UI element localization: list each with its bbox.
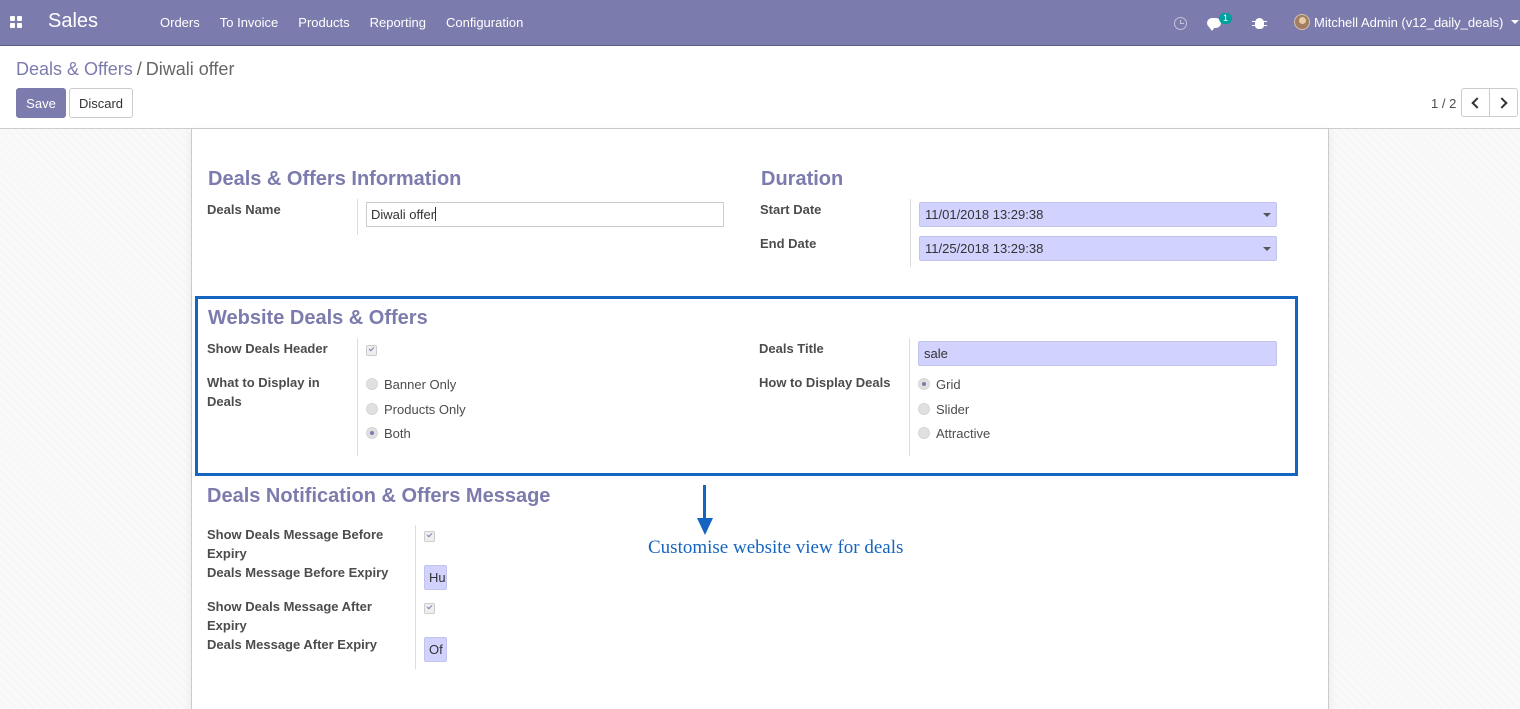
start-date-label: Start Date — [760, 202, 822, 217]
caret-down-icon — [1263, 213, 1271, 217]
breadcrumb-parent[interactable]: Deals & Offers — [16, 59, 133, 79]
breadcrumb-current: Diwali offer — [145, 59, 235, 79]
highlight-box — [195, 296, 1298, 476]
message-after-label: Deals Message After Expiry — [207, 637, 378, 652]
field-separator — [357, 199, 358, 235]
message-before-label: Deals Message Before Expiry — [207, 565, 389, 580]
show-message-after-label: Show Deals Message After Expiry — [207, 599, 372, 633]
annotation-text: Customise website view for deals — [648, 537, 904, 558]
menu-item-orders[interactable]: Orders — [150, 0, 210, 46]
caret-down-icon[interactable] — [1511, 20, 1519, 24]
section-title-notification: Deals Notification & Offers Message — [207, 485, 551, 507]
deals-name-input[interactable]: Diwali offer — [366, 202, 724, 227]
end-date-field[interactable]: 11/25/2018 13:29:38 — [919, 236, 1277, 261]
pager-value: 1 / 2 — [1431, 96, 1457, 111]
apps-icon[interactable] — [10, 16, 23, 29]
menu-item-reporting[interactable]: Reporting — [360, 0, 436, 46]
field-separator — [415, 525, 416, 669]
end-date-label: End Date — [760, 236, 817, 251]
annotation-arrow — [703, 485, 706, 521]
chat-badge: 1 — [1219, 13, 1233, 24]
top-navbar: Sales Orders To Invoice Products Reporti… — [0, 0, 1520, 46]
menu-item-to-invoice[interactable]: To Invoice — [210, 0, 289, 46]
save-button[interactable]: Save — [16, 88, 66, 118]
user-menu[interactable]: Mitchell Admin (v12_daily_deals) — [1314, 15, 1503, 30]
message-before-field[interactable]: Hu — [424, 565, 447, 590]
app-name[interactable]: Sales — [48, 10, 98, 33]
chevron-left-icon — [1471, 96, 1483, 109]
start-date-field[interactable]: 11/01/2018 13:29:38 — [919, 202, 1277, 227]
chat-icon[interactable] — [1207, 0, 1221, 46]
breadcrumb-separator: / — [136, 59, 142, 79]
avatar[interactable] — [1294, 14, 1310, 30]
bug-icon[interactable] — [1252, 0, 1267, 46]
pager-next-button[interactable] — [1489, 88, 1518, 117]
chevron-right-icon — [1496, 96, 1508, 109]
menu-item-products[interactable]: Products — [288, 0, 359, 46]
menu-item-configuration[interactable]: Configuration — [436, 0, 533, 46]
deals-name-label: Deals Name — [207, 202, 281, 217]
section-title-duration: Duration — [761, 168, 844, 190]
caret-down-icon — [1263, 247, 1271, 251]
main-menu: Orders To Invoice Products Reporting Con… — [150, 0, 533, 46]
breadcrumb: Deals & Offers / Diwali offer — [16, 59, 234, 80]
show-message-before-label: Show Deals Message Before Expiry — [207, 527, 384, 561]
arrow-down-icon — [697, 518, 713, 535]
pager-previous-button[interactable] — [1461, 88, 1490, 117]
field-separator — [910, 199, 911, 267]
show-message-after-checkbox[interactable] — [424, 603, 435, 614]
message-after-field[interactable]: Of — [424, 637, 447, 662]
section-title-info: Deals & Offers Information — [208, 168, 462, 190]
clock-icon[interactable] — [1174, 0, 1187, 46]
discard-button[interactable]: Discard — [69, 88, 133, 118]
show-message-before-checkbox[interactable] — [424, 531, 435, 542]
